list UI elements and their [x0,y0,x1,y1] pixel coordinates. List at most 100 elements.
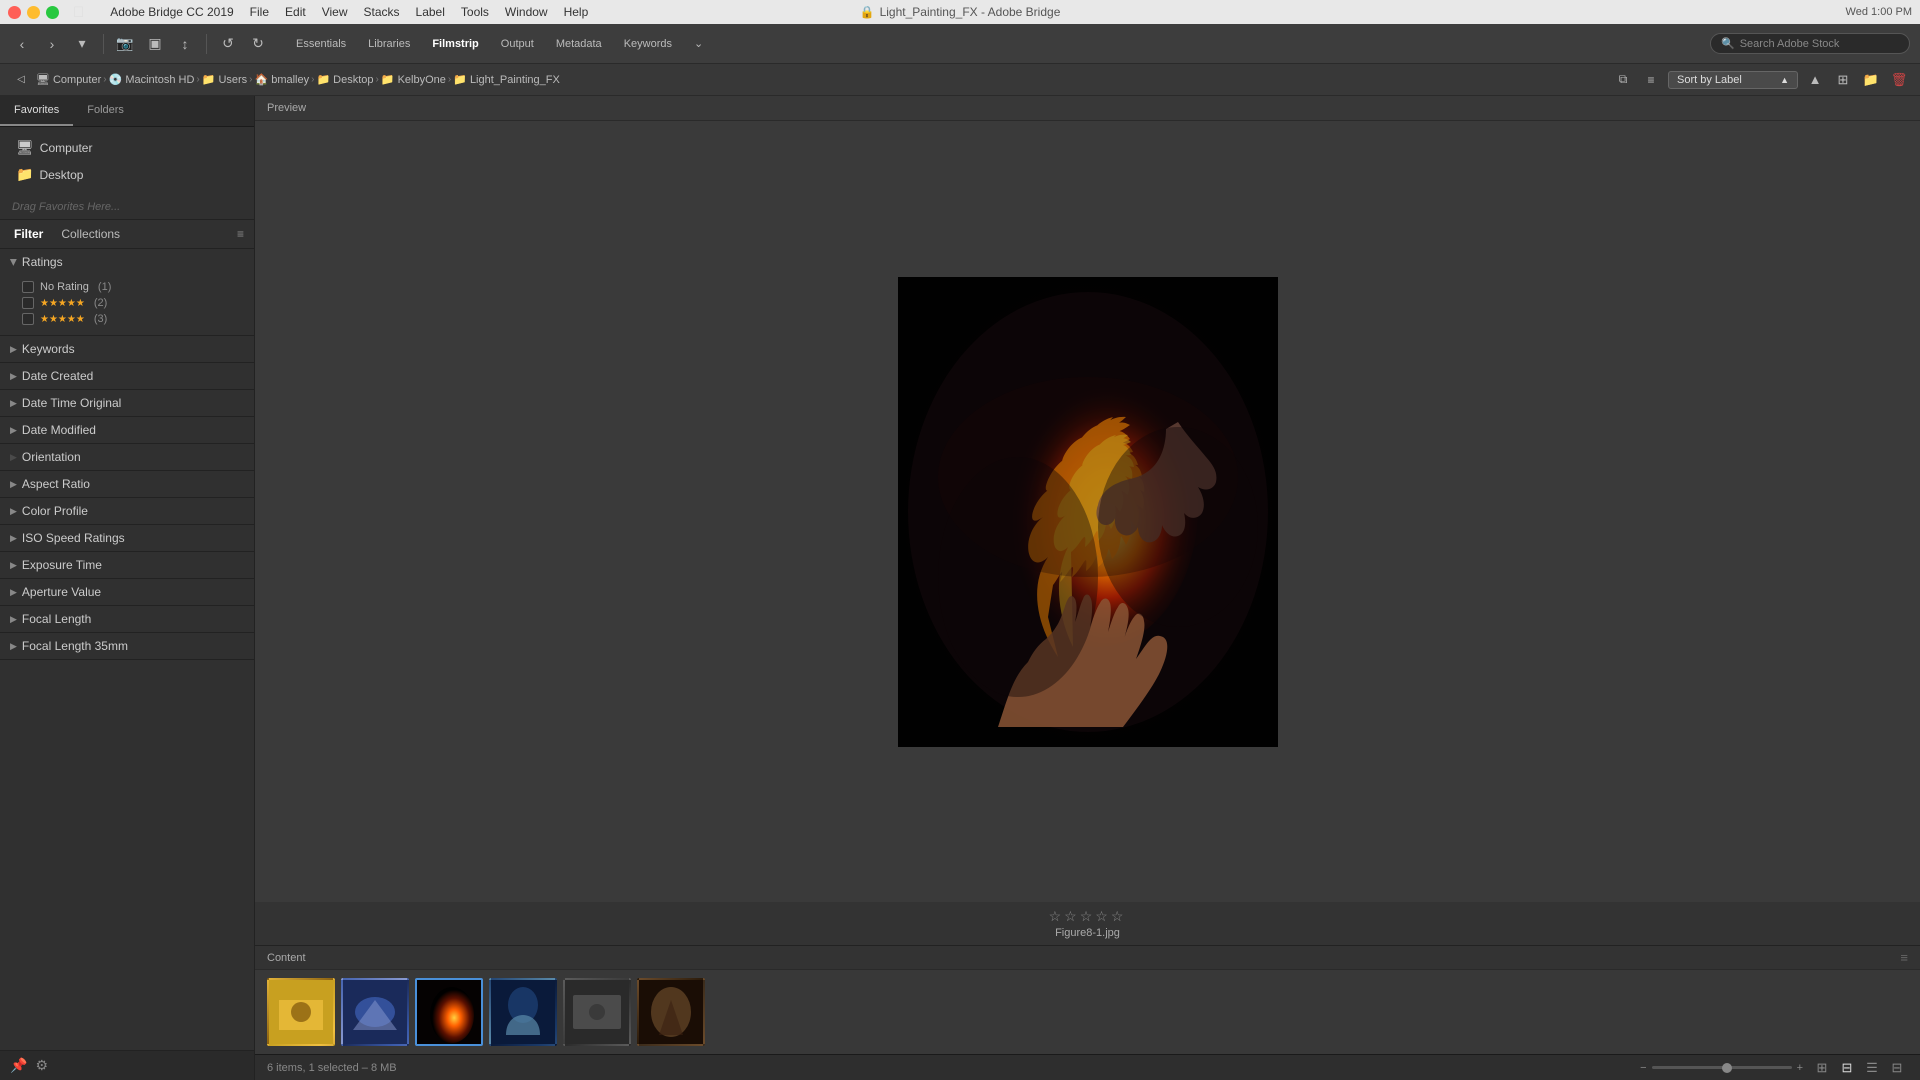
recent-button[interactable]: ▾ [70,32,94,56]
content-view-options-icon[interactable]: ≡ [1900,950,1908,965]
undo-button[interactable]: ↺ [216,32,240,56]
back-button[interactable]: ‹ [10,32,34,56]
no-rating-checkbox[interactable] [22,281,34,293]
zoom-track[interactable] [1652,1066,1792,1069]
breadcrumb-light-painting[interactable]: 📁 Light_Painting_FX [453,73,560,86]
filter-date-created-header[interactable]: ▶ Date Created [0,363,254,389]
breadcrumb-desktop[interactable]: 📁 Desktop [316,73,373,86]
menu-view[interactable]: View [322,5,348,19]
ascending-sort-button[interactable]: ▲ [1804,69,1826,91]
focal-length-35mm-arrow-icon: ▶ [10,641,17,652]
filter-exposure-header[interactable]: ▶ Exposure Time [0,552,254,578]
close-button[interactable] [8,6,21,19]
tab-favorites[interactable]: Favorites [0,96,73,126]
5-stars-checkbox[interactable] [22,313,34,325]
zoom-minus-icon[interactable]: − [1640,1062,1646,1074]
zoom-thumb[interactable] [1722,1063,1732,1073]
sort-button[interactable]: ↕ [173,32,197,56]
review-button[interactable]: ▣ [143,32,167,56]
breadcrumb-bmalley[interactable]: 🏠 bmalley [255,73,310,86]
camera-button[interactable]: 📷 [113,32,137,56]
system-clock: Wed 1:00 PM [1846,6,1912,18]
filter-tab[interactable]: Filter [10,225,47,243]
workspace-tabs: Essentials Libraries Filmstrip Output Me… [286,34,713,53]
tab-keywords[interactable]: Keywords [614,35,682,53]
tab-filmstrip[interactable]: Filmstrip [422,35,488,53]
tab-metadata[interactable]: Metadata [546,35,612,53]
breadcrumb-computer[interactable]: 🖥 Computer [36,73,101,86]
thumbnail-1[interactable] [267,978,335,1046]
sidebar-toggle-button[interactable]: ◁ [10,69,32,91]
collections-tab[interactable]: Collections [57,225,124,243]
filter-4-stars[interactable]: ★★★★★ (2) [22,295,244,311]
view-grid-button[interactable]: ⊞ [1811,1057,1833,1079]
redo-button[interactable]: ↻ [246,32,270,56]
filter-orientation-header[interactable]: ▶ Orientation [0,444,254,470]
apple-logo:  [73,4,84,21]
breadcrumb-users[interactable]: 📁 Users [202,73,247,86]
sort-options-button[interactable]: ≡ [1640,69,1662,91]
menu-stacks[interactable]: Stacks [364,5,400,19]
fav-desktop[interactable]: 📁 Desktop [10,162,244,187]
menu-help[interactable]: Help [564,5,589,19]
4-stars-checkbox[interactable] [22,297,34,309]
filter-color-profile-header[interactable]: ▶ Color Profile [0,498,254,524]
minimize-button[interactable] [27,6,40,19]
delete-button[interactable]: 🗑 [1888,69,1910,91]
menu-tools[interactable]: Tools [461,5,489,19]
thumbnail-5[interactable] [563,978,631,1046]
breadcrumb-macintosh[interactable]: 💿 Macintosh HD [109,73,195,86]
tab-essentials[interactable]: Essentials [286,35,356,53]
menu-edit[interactable]: Edit [285,5,306,19]
menu-file[interactable]: File [250,5,269,19]
preview-label: Preview [255,96,1920,121]
menu-label[interactable]: Label [416,5,445,19]
view-list-button[interactable]: ⊟ [1836,1057,1858,1079]
sort-dropdown[interactable]: Sort by Label ▲ [1668,71,1798,89]
new-folder-button[interactable]: 📁 [1860,69,1882,91]
tab-folders[interactable]: Folders [73,96,138,126]
view-buttons: ⊞ ⊟ ☰ ⊟ [1811,1057,1908,1079]
filter-aperture-header[interactable]: ▶ Aperture Value [0,579,254,605]
filter-keywords-header[interactable]: ▶ Keywords [0,336,254,362]
tab-more[interactable]: ⌄ [684,34,713,53]
thumbnail-2[interactable] [341,978,409,1046]
filter-date-modified-header[interactable]: ▶ Date Modified [0,417,254,443]
menu-bridge[interactable]: Adobe Bridge CC 2019 [110,5,233,19]
forward-button[interactable]: › [40,32,64,56]
filter-section-date-time-original: ▶ Date Time Original [0,390,254,417]
thumbnail-4[interactable] [489,978,557,1046]
filter-no-rating[interactable]: No Rating (1) [22,279,244,295]
window-title: 🔒 Light_Painting_FX - Adobe Bridge [860,5,1061,19]
filter-focal-length-35mm-header[interactable]: ▶ Focal Length 35mm [0,633,254,659]
fav-computer[interactable]: 🖥 Computer [10,135,244,160]
filter-date-time-original-header[interactable]: ▶ Date Time Original [0,390,254,416]
filter-aspect-ratio-header[interactable]: ▶ Aspect Ratio [0,471,254,497]
filter-ratings-header[interactable]: ▶ Ratings [0,249,254,275]
aspect-ratio-arrow-icon: ▶ [10,479,17,490]
view-details-button[interactable]: ☰ [1861,1057,1883,1079]
filter-icon-button[interactable]: ⧉ [1612,69,1634,91]
sidebar-top-tabs: Favorites Folders [0,96,254,127]
iso-arrow-icon: ▶ [10,533,17,544]
zoom-plus-icon[interactable]: + [1797,1062,1803,1074]
filter-5-stars[interactable]: ★★★★★ (3) [22,311,244,327]
thumbnail-6[interactable] [637,978,705,1046]
filter-section-iso: ▶ ISO Speed Ratings [0,525,254,552]
filter-iso-header[interactable]: ▶ ISO Speed Ratings [0,525,254,551]
preview-stars[interactable]: ☆☆☆☆☆ [1049,908,1127,925]
sidebar-settings-icon[interactable]: ⚙ [35,1057,48,1074]
menu-window[interactable]: Window [505,5,548,19]
view-options-button[interactable]: ⊞ [1832,69,1854,91]
maximize-button[interactable] [46,6,59,19]
filter-menu-icon[interactable]: ≡ [237,227,244,241]
view-filmstrip-button[interactable]: ⊟ [1886,1057,1908,1079]
thumbnail-3[interactable] [415,978,483,1046]
search-adobe-stock[interactable]: 🔍 Search Adobe Stock [1710,33,1910,54]
breadcrumb-kelbyone[interactable]: 📁 KelbyOne [381,73,446,86]
filter-focal-length-header[interactable]: ▶ Focal Length [0,606,254,632]
pin-icon[interactable]: 📌 [10,1057,27,1074]
tab-output[interactable]: Output [491,35,544,53]
tab-libraries[interactable]: Libraries [358,35,420,53]
aperture-arrow-icon: ▶ [10,587,17,598]
